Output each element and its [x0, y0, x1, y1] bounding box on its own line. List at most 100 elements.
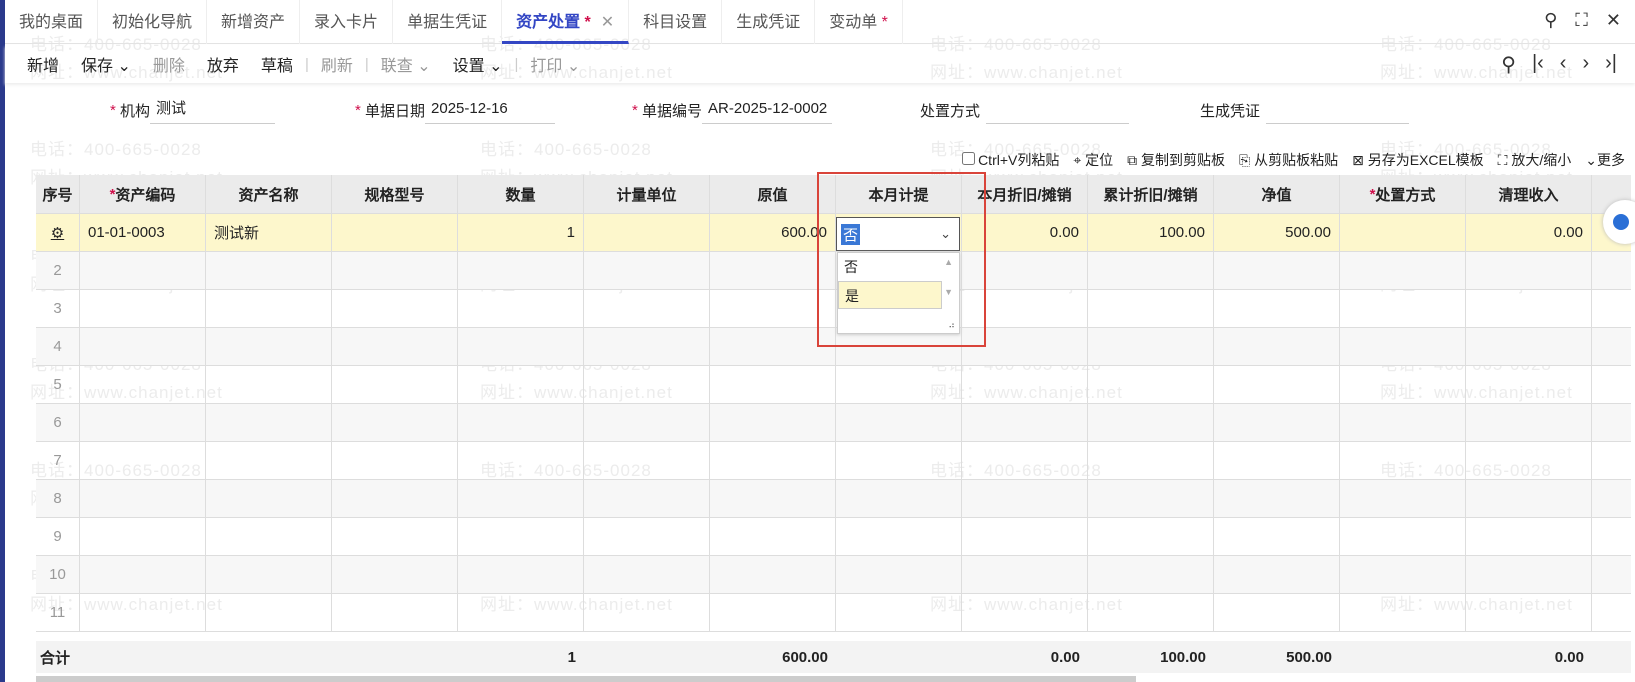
table-cell[interactable] [1214, 518, 1340, 555]
table-cell[interactable] [962, 480, 1088, 517]
table-cell[interactable] [710, 518, 836, 555]
table-cell[interactable] [1214, 252, 1340, 289]
table-cell[interactable] [1214, 366, 1340, 403]
table-cell[interactable] [836, 518, 962, 555]
table-cell[interactable] [80, 404, 206, 441]
table-cell[interactable] [458, 480, 584, 517]
table-cell[interactable] [332, 556, 458, 593]
next-record-icon[interactable]: › [1582, 52, 1589, 77]
table-cell[interactable] [1088, 594, 1214, 631]
table-cell[interactable] [1340, 290, 1466, 327]
table-cell[interactable] [206, 480, 332, 517]
table-cell[interactable] [458, 442, 584, 479]
horizontal-scrollbar[interactable] [36, 676, 1136, 682]
org-field[interactable]: * 机构 测试 [110, 96, 276, 124]
table-cell[interactable] [332, 518, 458, 555]
table-cell[interactable]: 3 [36, 290, 80, 327]
column-header[interactable]: 资产名称 [206, 175, 332, 213]
tab-0[interactable]: 我的桌面 [5, 0, 99, 44]
tab-3[interactable]: 录入卡片 [300, 0, 394, 44]
table-cell[interactable] [836, 480, 962, 517]
table-cell[interactable] [584, 252, 710, 289]
column-header[interactable]: 数量 [458, 175, 584, 213]
table-cell[interactable] [584, 518, 710, 555]
method-input[interactable] [986, 96, 1130, 124]
column-header[interactable]: 计量单位 [584, 175, 710, 213]
table-cell[interactable] [584, 290, 710, 327]
option-no[interactable]: 否 [838, 253, 942, 281]
table-cell[interactable] [1088, 480, 1214, 517]
table-cell[interactable] [80, 328, 206, 365]
table-cell[interactable] [1214, 556, 1340, 593]
table-cell[interactable] [710, 556, 836, 593]
table-cell[interactable] [1340, 556, 1466, 593]
table-cell[interactable]: ⚙ [36, 214, 80, 251]
close-tab-icon[interactable]: ✕ [601, 14, 614, 31]
paste-column-toggle[interactable]: Ctrl+V列粘贴 [962, 150, 1059, 170]
column-header[interactable]: * 处置方式 [1340, 175, 1466, 213]
copy-button[interactable]: ⧉ 复制到剪贴板 [1127, 150, 1225, 170]
column-header[interactable]: 净值 [1214, 175, 1340, 213]
table-cell[interactable]: 4 [36, 328, 80, 365]
locate-button[interactable]: ⌖ 定位 [1073, 150, 1113, 170]
table-cell[interactable] [458, 328, 584, 365]
scroll-down-icon[interactable]: ▼ [944, 287, 953, 297]
table-cell[interactable]: 0.00 [1466, 214, 1592, 251]
more-button[interactable]: ⌄更多 [1585, 150, 1625, 170]
table-cell[interactable] [584, 480, 710, 517]
table-cell[interactable] [332, 442, 458, 479]
table-cell[interactable] [332, 252, 458, 289]
table-cell[interactable] [458, 290, 584, 327]
table-cell[interactable] [962, 404, 1088, 441]
voucher-field[interactable]: 生成凭证 [1200, 96, 1410, 124]
table-cell[interactable] [332, 594, 458, 631]
table-cell[interactable] [962, 556, 1088, 593]
table-cell[interactable] [584, 594, 710, 631]
table-cell[interactable] [962, 518, 1088, 555]
table-cell[interactable] [458, 556, 584, 593]
table-cell[interactable] [206, 442, 332, 479]
method-field[interactable]: 处置方式 [920, 96, 1130, 124]
tab-4[interactable]: 单据生凭证 [393, 0, 503, 44]
draft-button[interactable]: 草稿 [261, 52, 293, 76]
settings-button[interactable]: 设置 ⌄ [453, 52, 503, 76]
table-cell[interactable]: 2 [36, 252, 80, 289]
table-cell[interactable] [1466, 366, 1592, 403]
table-cell[interactable] [80, 556, 206, 593]
table-cell[interactable] [458, 252, 584, 289]
table-cell[interactable] [584, 328, 710, 365]
table-cell[interactable] [1340, 252, 1466, 289]
table-cell[interactable] [458, 366, 584, 403]
column-header[interactable]: 累计折旧/摊销 [1088, 175, 1214, 213]
table-cell[interactable] [1340, 404, 1466, 441]
table-row[interactable]: 7 [36, 442, 1631, 480]
table-cell[interactable] [80, 594, 206, 631]
table-cell[interactable] [80, 290, 206, 327]
table-cell[interactable] [1214, 594, 1340, 631]
table-cell[interactable] [710, 404, 836, 441]
table-cell[interactable] [206, 252, 332, 289]
paste-button[interactable]: ⎘ 从剪贴板粘贴 [1239, 150, 1338, 170]
table-cell[interactable] [1340, 480, 1466, 517]
table-cell[interactable] [1340, 214, 1466, 251]
table-cell[interactable] [1466, 442, 1592, 479]
date-field[interactable]: * 单据日期 2025-12-16 [355, 96, 556, 124]
table-cell[interactable] [584, 556, 710, 593]
table-cell[interactable] [1088, 328, 1214, 365]
table-cell[interactable]: 100.00 [1088, 214, 1214, 251]
table-cell[interactable] [206, 594, 332, 631]
table-cell[interactable] [1214, 442, 1340, 479]
table-cell[interactable] [1340, 366, 1466, 403]
table-cell[interactable] [584, 214, 710, 251]
prev-record-icon[interactable]: ‹ [1560, 52, 1567, 77]
table-cell[interactable] [1340, 442, 1466, 479]
table-cell[interactable] [962, 442, 1088, 479]
doc-no-input[interactable]: AR-2025-12-0002 [702, 96, 833, 124]
resize-grip-icon[interactable]: ⠴ [948, 320, 955, 331]
column-header[interactable]: * 资产编码 [80, 175, 206, 213]
table-cell[interactable] [80, 480, 206, 517]
table-cell[interactable] [332, 366, 458, 403]
table-cell[interactable]: 8 [36, 480, 80, 517]
table-cell[interactable] [962, 366, 1088, 403]
table-cell[interactable] [332, 480, 458, 517]
